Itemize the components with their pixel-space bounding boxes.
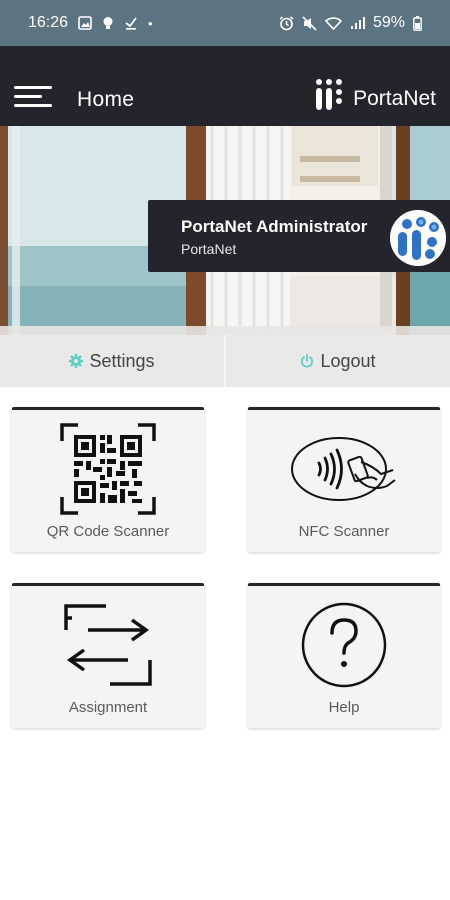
profile-name: PortaNet Administrator <box>181 217 368 236</box>
page-title: Home <box>77 88 135 111</box>
help-label: Help <box>328 699 360 716</box>
logout-label: Logout <box>320 350 376 371</box>
swap-arrows-icon <box>64 604 152 686</box>
logout-button[interactable]: Logout <box>224 335 450 387</box>
status-time: 16:26 <box>28 14 69 31</box>
help-tile[interactable]: Help <box>248 583 440 728</box>
brand-logo: PortaNet <box>315 78 436 112</box>
profile-organization: PortaNet <box>181 241 237 257</box>
settings-label: Settings <box>89 350 155 371</box>
alarm-icon <box>279 15 294 30</box>
wifi-icon <box>324 17 342 30</box>
assignment-label: Assignment <box>68 699 148 716</box>
power-icon <box>301 354 314 368</box>
nfc-scanner-tile[interactable]: NFC Scanner <box>248 407 440 552</box>
status-bar: 16:26 • 59% <box>0 0 450 46</box>
battery-percent: 59% <box>372 14 405 31</box>
qr-code-scanner-label: QR Code Scanner <box>46 523 170 540</box>
app-bar: Home PortaNet <box>0 46 450 126</box>
hamburger-menu-icon[interactable] <box>14 86 52 108</box>
gallery-icon <box>78 16 92 30</box>
mute-icon <box>302 15 317 31</box>
help-icon <box>301 602 387 688</box>
qr-code-icon <box>60 423 156 515</box>
dot-icon: • <box>148 15 153 31</box>
battery-icon <box>413 15 422 31</box>
portanet-avatar-icon <box>390 210 446 266</box>
nfc-scanner-label: NFC Scanner <box>298 523 390 540</box>
portanet-logo-icon <box>316 79 343 110</box>
profile-card[interactable]: PortaNet Administrator PortaNet <box>148 200 450 272</box>
signal-icon <box>350 17 365 29</box>
download-check-icon <box>125 17 137 30</box>
action-bar: Settings Logout <box>0 335 450 387</box>
assignment-tile[interactable]: Assignment <box>12 583 204 728</box>
settings-button[interactable]: Settings <box>0 335 224 387</box>
nfc-icon <box>291 437 396 501</box>
hero-image: PortaNet Administrator PortaNet <box>0 126 450 335</box>
brand-name: PortaNet <box>353 87 436 110</box>
gear-icon <box>69 354 84 368</box>
avatar[interactable] <box>390 210 446 266</box>
bulb-icon <box>103 16 113 29</box>
qr-code-scanner-tile[interactable]: QR Code Scanner <box>12 407 204 552</box>
